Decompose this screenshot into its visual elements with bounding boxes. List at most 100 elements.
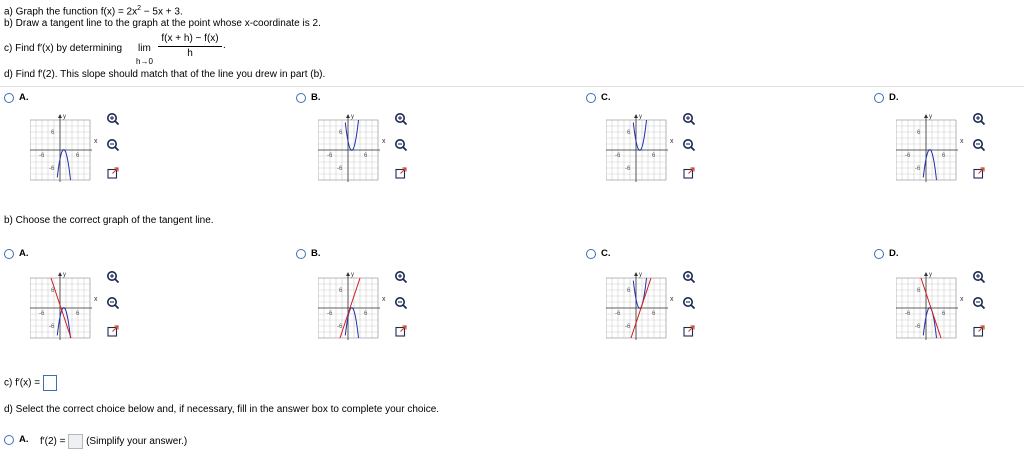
zoom-out-icon[interactable] [682,296,696,310]
graph-svg: y6-6-6 6 [28,272,92,340]
tick-label: -6 [49,324,55,330]
part-d-choice-text: f′(2) = [40,436,66,448]
y-axis-arrow [634,272,638,276]
radio-circle[interactable] [586,248,596,259]
popout-icon[interactable] [682,166,696,180]
question-a-suffix: − 5x + 3. [141,6,183,18]
choice-letter: C. [601,248,611,259]
tick-label: -6 [905,311,911,317]
question-part-a: a) Graph the function f(x) = 2x2 − 5x + … [4,5,183,17]
y-axis-label: y [63,272,66,278]
tick-label: -6 [625,324,631,330]
x-axis-label: x [382,138,386,145]
question-a-prefix: a) Graph the function f(x) = 2x [4,6,138,18]
y-axis-label: y [929,272,932,278]
zoom-out-icon[interactable] [682,138,696,152]
y-axis-arrow [634,114,638,118]
tick-label: -6 [49,166,55,172]
y-axis-label: y [63,114,66,120]
zoom-out-icon[interactable] [106,296,120,310]
part-d-choice-a-radio[interactable]: A. [4,434,29,445]
zoom-in-icon[interactable] [394,270,408,284]
zoom-in-icon[interactable] [106,270,120,284]
choice-letter: B. [311,248,321,259]
popout-icon[interactable] [394,166,408,180]
y-axis-label: y [639,272,642,278]
graph-d1: y 6 -6 -6 6 [894,112,958,184]
zoom-in-icon[interactable] [682,112,696,126]
x-axis-label: x [94,296,98,303]
popout-icon[interactable] [972,166,986,180]
choice-letter: D. [889,248,899,259]
tick-label: -6 [905,153,911,159]
tick-label: 6 [917,130,921,136]
question-c-prefix: c) Find f′(x) by determining [4,43,123,54]
choice-letter: B. [311,92,321,103]
x-axis-label: x [670,296,674,303]
choice-letter: A. [19,434,29,445]
graph-b2: y 6 -6 -6 6 [316,270,380,342]
tick-label: 6 [339,130,343,136]
radio-circle[interactable] [874,92,884,103]
popout-icon[interactable] [394,324,408,338]
graph-svg: y6-6-6 6 [316,272,380,340]
radio-circle[interactable] [296,248,306,259]
choice-letter: D. [889,92,899,103]
fraction-period: . [223,40,226,51]
tangent-choice-d-radio[interactable]: D. [874,248,899,259]
parabola-curve [922,149,937,181]
popout-icon[interactable] [106,166,120,180]
choice-b-radio[interactable]: B. [296,92,321,103]
radio-circle[interactable] [586,92,596,103]
parabola-curve [56,149,71,181]
zoom-out-icon[interactable] [106,138,120,152]
fraction-denominator: h [187,48,193,59]
y-axis-label: y [351,114,354,120]
zoom-out-icon[interactable] [972,138,986,152]
parabola-curve [344,307,359,339]
part-c-label: c) f′(x) = [4,377,43,389]
graph-svg: y6-6-6 6 [316,114,380,182]
zoom-in-icon[interactable] [972,112,986,126]
choice-c-radio[interactable]: C. [586,92,611,103]
fraction-bar [158,46,222,47]
graph-svg: y6-6-6 6 [894,114,958,182]
part-d-hint: (Simplify your answer.) [86,436,188,448]
tick-label: -6 [337,324,343,330]
radio-circle[interactable] [296,92,306,103]
choice-d-radio[interactable]: D. [874,92,899,103]
x-axis-label: x [94,138,98,145]
parabola-curve [632,119,647,151]
tick-label: -6 [327,311,333,317]
tangent-choice-a-radio[interactable]: A. [4,248,29,259]
question-part-d: d) Find f′(2). This slope should match t… [4,69,326,80]
radio-circle[interactable] [4,92,14,103]
zoom-in-icon[interactable] [972,270,986,284]
graph-a1: y 6 -6 -6 6 [28,112,92,184]
y-axis-arrow [346,114,350,118]
radio-circle[interactable] [4,434,14,445]
tangent-choice-c-radio[interactable]: C. [586,248,611,259]
zoom-out-icon[interactable] [394,138,408,152]
graph-c2: y 6 -6 -6 6 [604,270,668,342]
part-d-answer-row: f′(2) = (Simplify your answer.) [40,434,187,449]
zoom-out-icon[interactable] [972,296,986,310]
popout-icon[interactable] [972,324,986,338]
f-prime-2-answer-box[interactable] [68,434,84,449]
radio-circle[interactable] [874,248,884,259]
fraction-numerator: f(x + h) − f(x) [161,33,219,44]
graph-d2: y 6 -6 -6 6 [894,270,958,342]
y-axis-arrow [346,272,350,276]
popout-icon[interactable] [682,324,696,338]
part-b-label: b) Choose the correct graph of the tange… [4,215,214,226]
tangent-choice-b-radio[interactable]: B. [296,248,321,259]
tick-label: -6 [915,324,921,330]
choice-a-radio[interactable]: A. [4,92,29,103]
zoom-out-icon[interactable] [394,296,408,310]
zoom-in-icon[interactable] [394,112,408,126]
zoom-in-icon[interactable] [682,270,696,284]
popout-icon[interactable] [106,324,120,338]
zoom-in-icon[interactable] [106,112,120,126]
f-prime-answer-box[interactable] [42,375,57,391]
radio-circle[interactable] [4,248,14,259]
